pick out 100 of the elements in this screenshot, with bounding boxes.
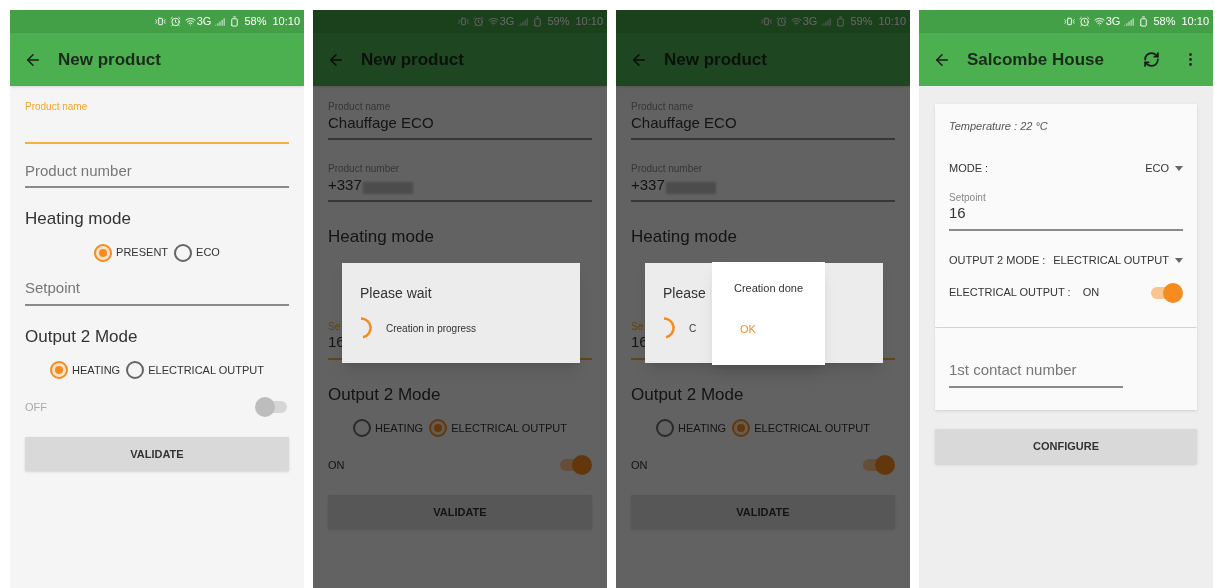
radio-label: PRESENT (116, 245, 169, 261)
input-field[interactable]: Chauffage ECO (631, 114, 895, 140)
alarm-icon (775, 16, 787, 27)
battery-text: 58% (1153, 14, 1176, 30)
input-field[interactable]: +337 (328, 176, 592, 202)
dialog-message: Creation in progress (386, 321, 477, 336)
validate-button[interactable]: VALIDATE (25, 437, 289, 471)
field-value: Chauffage ECO (631, 112, 737, 133)
input-field[interactable]: Chauffage ECO (328, 114, 592, 140)
section-heading: Output 2 Mode (25, 325, 139, 348)
wifi-icon (790, 16, 802, 27)
input-field[interactable]: +337 (631, 176, 895, 202)
section-heading: Heating mode (25, 208, 132, 230)
vibrate-icon (760, 16, 772, 27)
dialog-title: Please wait (360, 284, 432, 303)
radio-label: HEATING (375, 420, 424, 436)
battery-icon (229, 16, 241, 27)
wifi-icon (1093, 16, 1105, 27)
battery-icon (835, 16, 847, 27)
dialog-title: Please (663, 284, 706, 303)
toggle-switch[interactable] (1149, 282, 1183, 303)
switch-state: ON (1082, 285, 1100, 301)
switch-label: ELECTRICAL OUTPUT : (949, 285, 1071, 301)
validate-button[interactable]: VALIDATE (328, 495, 592, 529)
toggle-switch[interactable] (558, 455, 592, 475)
radio-label: HEATING (678, 420, 727, 436)
radio-label: ELECTRICAL OUTPUT (148, 362, 264, 378)
field-value: 16 (949, 203, 966, 223)
vibrate-icon (154, 16, 166, 27)
validate-button[interactable]: VALIDATE (631, 495, 895, 529)
input-field[interactable]: Setpoint (25, 279, 289, 306)
app-title: New product (58, 48, 161, 71)
clock-text: 10:10 (1181, 14, 1209, 30)
section-heading: Heating mode (328, 226, 435, 248)
caret-icon (1175, 166, 1183, 171)
app-title: Salcombe House (967, 48, 1104, 71)
field-placeholder: Product number (25, 160, 132, 181)
field-value: +337 (328, 174, 362, 195)
dropdown[interactable]: ECO (1047, 160, 1183, 177)
field-label: Se (328, 319, 341, 334)
spinner-icon (360, 317, 372, 339)
configure-button[interactable]: CONFIGURE (935, 428, 1197, 464)
refresh-icon[interactable] (1143, 51, 1160, 68)
radio-label: ELECTRICAL OUTPUT (451, 420, 567, 436)
vibrate-icon (1063, 16, 1075, 27)
dialog-message: Creation done (733, 281, 804, 296)
network-text: 3G (1105, 14, 1121, 30)
radio-button[interactable] (732, 419, 751, 437)
network-text: 3G (802, 14, 818, 30)
radio-button[interactable] (126, 361, 145, 379)
input-field[interactable]: 1st contact number (949, 361, 1123, 388)
radio-button[interactable] (94, 243, 113, 262)
signal-icon (1124, 16, 1135, 27)
signal-icon (821, 16, 832, 27)
field-value: Chauffage ECO (328, 112, 434, 133)
caret-icon (1175, 258, 1183, 263)
wifi-icon (184, 16, 196, 27)
network-text: 3G (499, 14, 515, 30)
signal-icon (215, 16, 226, 27)
radio-label: ELECTRICAL OUTPUT (754, 420, 870, 436)
section-heading: Output 2 Mode (328, 383, 442, 406)
field-label: Setpoint (949, 190, 986, 205)
battery-icon (1138, 16, 1150, 27)
toggle-switch[interactable] (255, 397, 289, 417)
battery-icon (532, 16, 544, 27)
battery-text: 59% (850, 14, 873, 30)
alarm-icon (1078, 16, 1090, 27)
radio-label: ECO (196, 245, 220, 261)
dialog-message: C (689, 321, 697, 336)
input-field[interactable]: Product number (25, 162, 289, 188)
radio-button[interactable] (429, 419, 448, 437)
toggle-switch[interactable] (861, 455, 895, 475)
radio-label: HEATING (72, 362, 121, 378)
radio-button[interactable] (353, 419, 372, 437)
dropdown[interactable]: ELECTRICAL OUTPUT (1047, 252, 1183, 269)
clock-text: 10:10 (575, 14, 603, 30)
radio-button[interactable] (656, 419, 675, 437)
battery-text: 59% (547, 14, 570, 30)
dropdown-label: MODE : (949, 161, 990, 177)
vibrate-icon (457, 16, 469, 27)
field-value: +337 (631, 174, 665, 195)
alarm-icon (472, 16, 484, 27)
dropdown-label: OUTPUT 2 MODE : (949, 253, 1047, 269)
field-placeholder: Setpoint (25, 278, 81, 298)
field-placeholder: 1st contact number (949, 360, 1077, 380)
section-heading: Output 2 Mode (631, 383, 745, 406)
network-text: 3G (196, 14, 212, 30)
field-label: Se (631, 319, 644, 334)
wifi-icon (487, 16, 499, 27)
radio-button[interactable] (50, 361, 69, 379)
clock-text: 10:10 (878, 14, 906, 30)
switch-state: ON (631, 457, 648, 473)
radio-button[interactable] (174, 243, 193, 262)
input-field[interactable]: 16 (949, 204, 1183, 231)
field-label: Product name (25, 100, 88, 114)
clock-text: 10:10 (272, 14, 300, 30)
switch-state: ON (328, 457, 345, 473)
temperature-text: Temperature : 22 °C (949, 119, 1049, 134)
alarm-icon (169, 16, 181, 27)
signal-icon (518, 16, 529, 27)
